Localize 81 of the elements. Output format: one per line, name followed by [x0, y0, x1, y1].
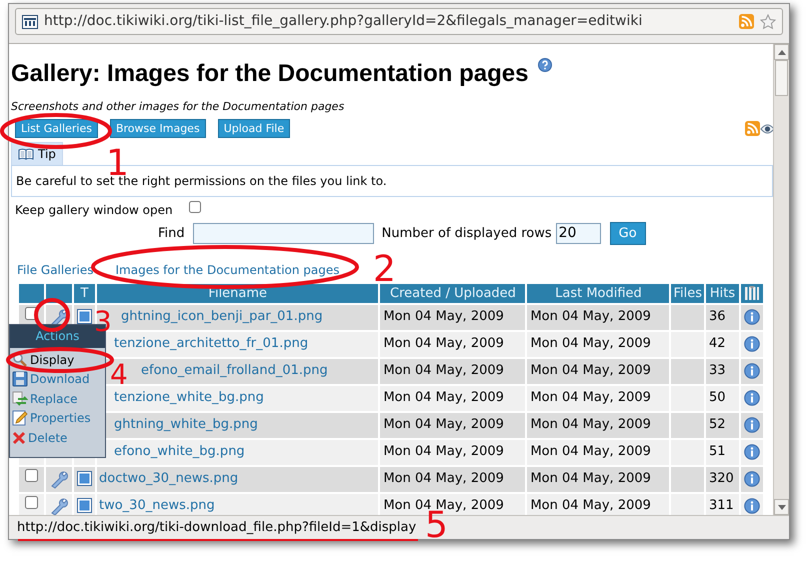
breadcrumb-link[interactable]: Images for the Documentation pages	[116, 260, 340, 278]
table-cell: Mon 04 May, 2009	[380, 466, 526, 492]
star-icon[interactable]	[760, 14, 776, 30]
row-checkbox[interactable]	[25, 469, 38, 482]
keep-open-label: Keep gallery window open	[14, 202, 173, 218]
table-cell: Mon 04 May, 2009	[527, 412, 670, 438]
rows-label: Number of displayed rows	[382, 224, 552, 243]
table-cell: Mon 04 May, 2009	[527, 332, 670, 356]
column-header: Last Modified	[527, 284, 670, 302]
pencil-page-icon	[12, 410, 28, 426]
help-icon[interactable]	[538, 58, 552, 72]
table-cell: Mon 04 May, 2009	[380, 386, 526, 410]
site-icon	[22, 14, 38, 28]
url-text: http://doc.tikiwiki.org/tiki-list_file_gallery.php?galleryId=2&filegals_manager=editwiki	[44, 12, 644, 31]
table-cell: Mon 04 May, 2009	[380, 412, 526, 438]
go-button[interactable]: Go	[610, 222, 646, 246]
info-icon[interactable]	[744, 470, 760, 487]
book-icon	[18, 148, 34, 160]
info-icon[interactable]	[744, 444, 760, 460]
annotation-number: 4	[110, 358, 128, 391]
scroll-thumb[interactable]	[775, 60, 788, 96]
table-cell: Mon 04 May, 2009	[380, 440, 526, 464]
page-title: Gallery: Images for the Documentation pages	[11, 59, 528, 89]
info-icon[interactable]	[744, 416, 760, 433]
info-icon[interactable]	[744, 308, 760, 325]
menu-item[interactable]: Download	[30, 370, 90, 388]
nav-button[interactable]: Upload File	[218, 119, 290, 138]
menu-item[interactable]: Display	[30, 350, 74, 369]
column-header	[19, 284, 44, 302]
table-cell: 36	[706, 304, 739, 330]
table-cell: Mon 04 May, 2009	[527, 440, 670, 464]
table-cell: 51	[706, 440, 739, 464]
table-cell: 50	[706, 386, 739, 410]
replace-arrows-icon	[12, 390, 28, 407]
keep-open-checkbox[interactable]	[188, 200, 201, 212]
info-icon[interactable]	[744, 362, 760, 379]
info-icon[interactable]	[744, 498, 760, 514]
address-bar[interactable]: http://doc.tikiwiki.org/tiki-list_file_gallery.php?galleryId=2&filegals_manager=editwiki	[15, 8, 783, 35]
table-cell: Mon 04 May, 2009	[527, 494, 670, 515]
column-header: Hits	[706, 284, 739, 302]
info-icon[interactable]	[744, 336, 760, 352]
find-label: Find	[158, 224, 185, 243]
table-cell: Mon 04 May, 2009	[380, 332, 526, 356]
column-header: T	[74, 284, 95, 302]
row-checkbox[interactable]	[25, 307, 38, 320]
table-cell: Mon 04 May, 2009	[527, 304, 670, 330]
info-icon[interactable]	[744, 390, 760, 406]
menu-item[interactable]: Replace	[30, 390, 78, 408]
x-icon	[12, 430, 26, 445]
row-checkbox[interactable]	[25, 496, 38, 510]
scroll-up-icon[interactable]	[778, 50, 786, 54]
scrollbar[interactable]	[773, 44, 789, 515]
rows-field[interactable]: 20	[556, 223, 601, 244]
table-cell: 320	[706, 466, 739, 492]
column-header: Created / Uploaded	[380, 284, 526, 302]
find-field[interactable]	[192, 223, 374, 244]
nav-button[interactable]: Browse Images	[110, 119, 206, 138]
status-url: http://doc.tikiwiki.org/tiki-download_file.php?fileId=1&display	[17, 520, 416, 535]
image-file-icon	[77, 309, 92, 324]
table-cell: Mon 04 May, 2009	[527, 466, 670, 492]
nav-button[interactable]: List Galleries	[15, 119, 98, 138]
table-cell: Mon 04 May, 2009	[527, 358, 670, 384]
table-cell: 311	[706, 494, 739, 515]
scroll-down-icon[interactable]	[778, 504, 786, 510]
columns-icon[interactable]	[744, 284, 760, 301]
image-file-icon	[77, 498, 92, 514]
highlight-ellipse	[34, 298, 70, 332]
breadcrumb-link[interactable]: File Galleries	[17, 260, 94, 278]
table-cell: 33	[706, 358, 739, 384]
table-cell: 42	[706, 332, 739, 356]
magnifier-icon	[12, 352, 28, 368]
wrench-icon[interactable]	[49, 496, 69, 515]
table-cell: Mon 04 May, 2009	[527, 386, 670, 410]
table-cell: 52	[706, 412, 739, 438]
menu-item[interactable]: Properties	[30, 409, 91, 428]
menu-item[interactable]: Delete	[28, 428, 68, 447]
image-file-icon	[77, 471, 92, 486]
page-description: Screenshots and other images for the Documentation pages	[11, 99, 346, 115]
column-header: Files	[671, 284, 704, 302]
table-cell: Mon 04 May, 2009	[380, 358, 526, 384]
table-cell: Mon 04 May, 2009	[380, 304, 526, 330]
